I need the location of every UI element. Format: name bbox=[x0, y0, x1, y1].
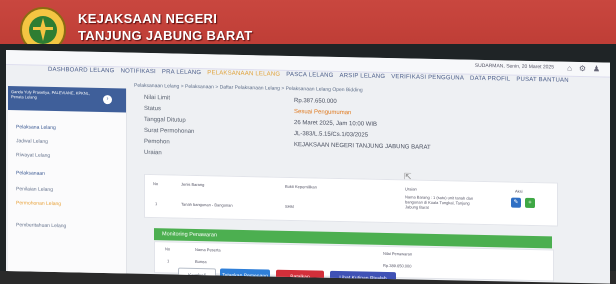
col-bukti: Bukti Kepemilikan bbox=[285, 183, 317, 190]
sidebar-item-penilaian[interactable]: Penilaian Lelang bbox=[16, 186, 53, 193]
mon-row-nama: Bunea bbox=[195, 258, 207, 265]
sidebar-item-pelaksanaan[interactable]: Pelaksanaan bbox=[16, 170, 45, 177]
chevron-icon[interactable]: › bbox=[103, 95, 112, 105]
nav-arsip-lelang[interactable]: ARSIP LELANG bbox=[340, 73, 386, 86]
nav-pra-lelang[interactable]: PRA LELANG bbox=[162, 69, 201, 82]
home-icon[interactable]: ⌂ bbox=[567, 64, 572, 73]
col-no: No bbox=[153, 181, 159, 187]
mon-col-nilai: Nilai Penawaran bbox=[383, 250, 413, 257]
profile-card: Ganda Yuly Prasetiya, PALEVIANE, KPKNL, … bbox=[8, 86, 126, 113]
nav-verifikasi[interactable]: VERIFIKASI PENGGUNA bbox=[391, 74, 464, 88]
mon-col-no: No bbox=[165, 246, 171, 252]
label-nilai-limit: Nilai Limit bbox=[144, 94, 171, 102]
value-tanggal-ditutup: 26 Maret 2025, Jam 10:00 WIB bbox=[294, 120, 378, 128]
value-status: Sesuai Pengumuman bbox=[294, 109, 352, 117]
view-risalah-button[interactable]: Lihat Kutipan Risalah bbox=[330, 270, 396, 284]
col-jenis: Jenis Barang bbox=[181, 181, 205, 188]
nav-notifikasi[interactable]: NOTIFIKASI bbox=[121, 68, 156, 81]
value-surat-permohonan: JL-383/L.5.15/Cs.1/03/2025 bbox=[294, 131, 369, 139]
sidebar: Ganda Yuly Prasetiya, PALEVIANE, KPKNL, … bbox=[8, 86, 127, 279]
view-icon[interactable]: ✎ bbox=[511, 197, 521, 208]
row-no: 1 bbox=[155, 201, 158, 207]
org-name-line1: KEJAKSAAN NEGERI bbox=[78, 11, 218, 26]
user-info: SUDARMAN, Senin, 20 Maret 2025 bbox=[474, 62, 554, 71]
row-bukti: SHM bbox=[285, 203, 294, 210]
value-nilai-limit: Rp.387.650.000 bbox=[294, 98, 337, 105]
app-screen: SUDARMAN, Senin, 20 Maret 2025 ⌂ ⚙ ♟ DAS… bbox=[6, 50, 610, 284]
sidebar-item-pelaksana[interactable]: Pelaksana Lelang bbox=[16, 124, 56, 131]
mon-row-no: 1 bbox=[167, 258, 170, 264]
row-uraian: Nama Barang : 1 (satu) unit tanah dan ba… bbox=[405, 194, 474, 210]
sidebar-item-permohonan[interactable]: Permohonan Lelang bbox=[16, 200, 61, 207]
item-table: No Jenis Barang Bukti Kepemilikan Uraian… bbox=[144, 173, 558, 227]
label-pemohon: Pemohon bbox=[144, 138, 170, 146]
org-name-line2: TANJUNG JABUNG BARAT bbox=[78, 28, 253, 43]
add-icon[interactable]: + bbox=[525, 197, 535, 209]
mon-col-nama: Nama Peserta bbox=[195, 246, 221, 253]
profile-name: Ganda Yuly Prasetiya, PALEVIANE, KPKNL, … bbox=[11, 89, 91, 100]
label-surat-permohonan: Surat Permohonan bbox=[144, 127, 195, 135]
sidebar-item-pemberitahuan[interactable]: Pemberitahuan Lelang bbox=[16, 222, 66, 229]
sidebar-item-jadwal[interactable]: Jadwal Lelang bbox=[16, 138, 48, 145]
nav-data-profil[interactable]: DATA PROFIL bbox=[470, 76, 510, 89]
nav-pasca-lelang[interactable]: PASCA LELANG bbox=[286, 72, 333, 85]
user-icon[interactable]: ♟ bbox=[593, 64, 600, 73]
col-aksi: Aksi bbox=[515, 188, 523, 194]
cancel-button[interactable]: Batalkan bbox=[276, 269, 324, 284]
mon-row-nilai: Rp.389.650.000 bbox=[383, 262, 412, 269]
nav-pelaksanaan-lelang[interactable]: PELAKSANAAN LELANG bbox=[207, 70, 280, 84]
value-pemohon: KEJAKSAAN NEGERI TANJUNG JABUNG BARAT bbox=[294, 142, 431, 151]
label-uraian: Uraian bbox=[144, 149, 162, 157]
label-tanggal-ditutup: Tanggal Ditutup bbox=[144, 116, 186, 124]
sidebar-item-riwayat[interactable]: Riwayat Lelang bbox=[16, 152, 50, 159]
settings-icon[interactable]: ⚙ bbox=[579, 64, 586, 73]
nav-dashboard[interactable]: DASHBOARD LELANG bbox=[48, 67, 115, 80]
back-button[interactable]: Kembali bbox=[178, 267, 216, 284]
col-uraian: Uraian bbox=[405, 186, 417, 192]
label-status: Status bbox=[144, 105, 162, 113]
nav-pusat-bantuan[interactable]: PUSAT BANTUAN bbox=[516, 77, 568, 90]
row-jenis: Tanah bangunan - Bangunan bbox=[181, 201, 233, 208]
